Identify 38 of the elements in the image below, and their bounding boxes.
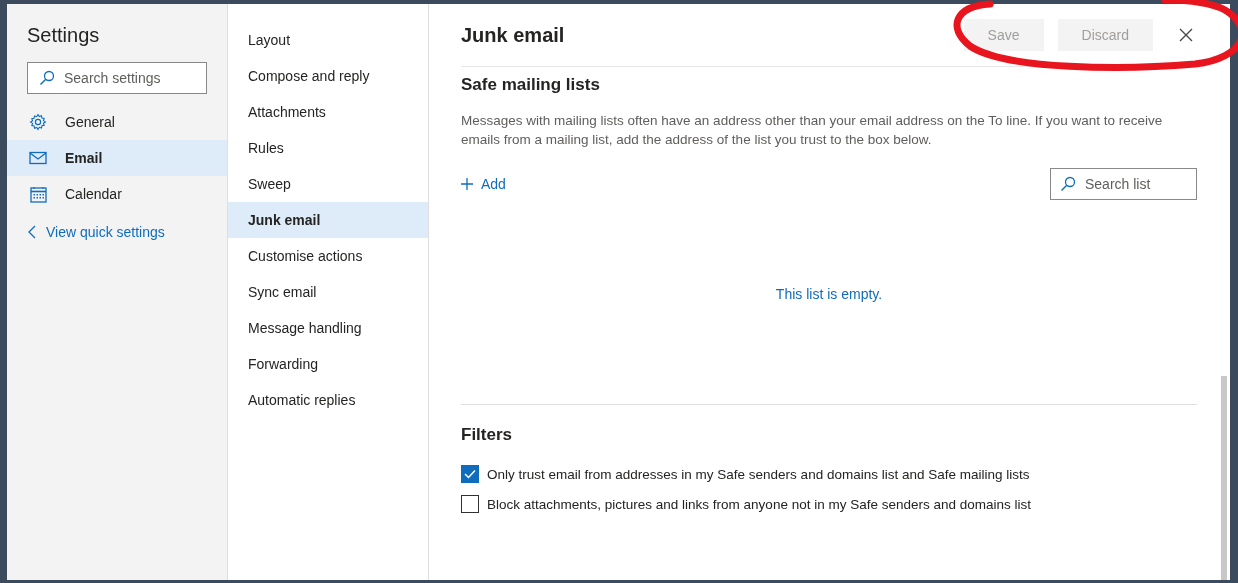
plus-icon [461, 178, 473, 190]
empty-list-message: This list is empty. [775, 286, 883, 304]
chevron-left-icon [28, 225, 36, 239]
checkbox[interactable] [461, 495, 479, 513]
settings-menu-item[interactable]: Message handling [228, 310, 428, 346]
search-list-field[interactable]: Search list [1050, 168, 1197, 200]
settings-menu-item[interactable]: Sync email [228, 274, 428, 310]
search-icon [39, 70, 55, 86]
checkbox[interactable] [461, 465, 479, 483]
settings-menu-item[interactable]: Customise actions [228, 238, 428, 274]
envelope-icon [29, 151, 47, 165]
view-quick-settings-link[interactable]: View quick settings [46, 224, 165, 240]
settings-title: Settings [26, 23, 101, 48]
settings-menu-item[interactable]: Compose and reply [228, 58, 428, 94]
checkbox-label: Only trust email from addresses in my Safe senders and domains list and Safe mailing lists [487, 466, 1030, 482]
settings-menu-item[interactable]: Forwarding [228, 346, 428, 382]
close-icon [1179, 28, 1193, 42]
calendar-icon [29, 185, 47, 203]
scrollbar[interactable] [1221, 376, 1227, 580]
settings-menu-item[interactable]: Attachments [228, 94, 428, 130]
add-button[interactable]: Add [461, 176, 506, 192]
pane-title: Junk email [461, 23, 565, 47]
settings-menu-item[interactable]: Junk email [228, 202, 428, 238]
section-title: Filters [461, 425, 514, 445]
search-icon [1060, 176, 1076, 192]
description-text: Messages with mailing lists often have an address other than your email address on the To line. If you want to receive emails from a mailing list, add the address of the list you trust to the box below. [461, 112, 1164, 149]
settings-category[interactable]: General [7, 104, 227, 140]
settings-menu-item[interactable]: Rules [228, 130, 428, 166]
settings-menu-item[interactable]: Layout [228, 22, 428, 58]
search-settings-field[interactable]: Search settings [27, 62, 207, 94]
checkbox-label: Block attachments, pictures and links from anyone not in my Safe senders and domains list [487, 496, 1032, 512]
gear-icon [29, 113, 47, 131]
checkmark-icon [464, 469, 476, 479]
settings-category[interactable]: Email [7, 140, 227, 176]
settings-menu-item[interactable]: Automatic replies [228, 382, 428, 418]
section-title: Safe mailing lists [461, 75, 601, 95]
settings-menu-item[interactable]: Sweep [228, 166, 428, 202]
settings-category[interactable]: Calendar [7, 176, 227, 212]
